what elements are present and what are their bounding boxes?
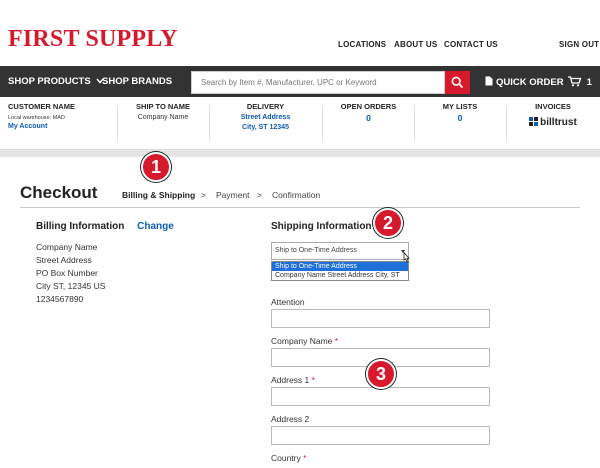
- billtrust-label: billtrust: [540, 117, 577, 128]
- cart-count: 1: [586, 77, 592, 88]
- my-lists-title: MY LISTS: [442, 102, 478, 111]
- cart-icon: [568, 76, 582, 87]
- shop-products-label: SHOP PRODUCTS: [8, 76, 91, 87]
- step-billing-shipping: Billing & Shipping: [122, 190, 196, 200]
- locations-link[interactable]: LOCATIONS: [338, 40, 386, 49]
- step-marker-3: 3: [366, 359, 396, 389]
- attention-label: Attention: [271, 297, 305, 307]
- step-confirmation: Confirmation: [272, 190, 321, 200]
- required-marker: *: [311, 375, 315, 385]
- billing-street: Street Address: [36, 255, 92, 265]
- delivery-title: DELIVERY: [246, 102, 285, 111]
- step-marker-1: 1: [141, 152, 171, 182]
- local-warehouse-text: Local warehouse: MAD: [8, 115, 65, 121]
- search-button[interactable]: [445, 71, 470, 94]
- change-billing-link[interactable]: Change: [137, 221, 174, 232]
- ship-to-panel: SHIP TO NAME Company Name: [118, 102, 208, 145]
- contact-us-link[interactable]: CONTACT US: [444, 40, 498, 49]
- my-lists-count[interactable]: 0: [415, 113, 505, 123]
- invoices-title: INVOICES: [535, 102, 571, 111]
- address-1-field[interactable]: [271, 387, 490, 406]
- country-label-text: Country: [271, 453, 301, 463]
- required-marker: *: [303, 453, 307, 463]
- step-separator: >: [257, 190, 262, 200]
- top-header: FIRST SUPPLY LOCATIONS ABOUT US CONTACT …: [0, 0, 600, 66]
- delivery-city-link[interactable]: City, ST 12345: [210, 124, 321, 131]
- billing-company: Company Name: [36, 242, 98, 252]
- about-us-link[interactable]: ABOUT US: [394, 40, 437, 49]
- billing-title: Billing Information: [36, 221, 125, 232]
- ship-to-title: SHIP TO NAME: [136, 102, 190, 111]
- company-name-label: Company Name *: [271, 336, 338, 346]
- cart-button[interactable]: 1: [568, 76, 592, 88]
- address-1-label-text: Address 1: [271, 375, 310, 385]
- section-divider: [0, 150, 600, 157]
- shop-brands-menu[interactable]: SHOP BRANDS: [102, 76, 172, 87]
- quick-order-button[interactable]: QUICK ORDER: [485, 76, 564, 88]
- my-lists-panel: MY LISTS 0: [415, 102, 505, 145]
- page-title: Checkout: [20, 183, 98, 202]
- ship-to-option-company[interactable]: Company Name Street Address City, ST: [272, 271, 408, 280]
- ship-to-option-one-time[interactable]: Ship to One-Time Address: [272, 262, 408, 271]
- sign-out-link[interactable]: SIGN OUT: [559, 40, 599, 49]
- billtrust-link[interactable]: billtrust: [507, 117, 599, 128]
- address-2-label: Address 2: [271, 414, 310, 424]
- my-account-link[interactable]: My Account: [8, 123, 112, 130]
- open-orders-count[interactable]: 0: [323, 113, 414, 123]
- delivery-street-link[interactable]: Street Address: [210, 114, 321, 121]
- step-payment: Payment: [216, 190, 250, 200]
- address-2-field[interactable]: [271, 426, 490, 445]
- ship-to-dropdown-list: Ship to One-Time Address Company Name St…: [271, 261, 409, 281]
- checkout-divider: [20, 207, 580, 208]
- delivery-panel: DELIVERY Street Address City, ST 12345: [210, 102, 321, 145]
- mouse-cursor-icon: [403, 252, 410, 263]
- step-separator: >: [201, 190, 206, 200]
- open-orders-panel: OPEN ORDERS 0: [323, 102, 414, 145]
- open-orders-title: OPEN ORDERS: [340, 102, 397, 111]
- customer-name-title: CUSTOMER NAME: [8, 102, 75, 111]
- billing-city: City ST, 12345 US: [36, 281, 106, 291]
- search-input[interactable]: Search by Item #, Manufacturer, UPC or K…: [191, 71, 445, 94]
- address-1-label: Address 1 *: [271, 375, 315, 385]
- quick-order-label: QUICK ORDER: [496, 77, 564, 88]
- ship-to-value: Company Name: [137, 114, 189, 121]
- billing-phone: 1234567890: [36, 294, 84, 304]
- search-icon: [451, 76, 464, 89]
- invoices-panel: INVOICES billtrust: [507, 102, 599, 145]
- billtrust-logo-icon: [529, 117, 539, 126]
- account-bar: CUSTOMER NAME Local warehouse: MAD My Ac…: [0, 97, 600, 150]
- step-marker-2: 2: [373, 208, 403, 238]
- billing-information-heading: Billing Information Change: [36, 221, 174, 232]
- shipping-information-heading: Shipping Information: [271, 221, 372, 232]
- first-supply-logo[interactable]: FIRST SUPPLY: [8, 27, 178, 51]
- country-label: Country *: [271, 453, 306, 463]
- ship-to-select[interactable]: Ship to One-Time Address: [271, 242, 409, 260]
- customer-name-panel: CUSTOMER NAME Local warehouse: MAD My Ac…: [8, 102, 112, 145]
- attention-field[interactable]: [271, 309, 490, 328]
- company-name-label-text: Company Name: [271, 336, 333, 346]
- document-icon: [485, 76, 493, 86]
- billing-po-box: PO Box Number: [36, 268, 98, 278]
- shop-products-menu[interactable]: SHOP PRODUCTS: [8, 76, 104, 87]
- required-marker: *: [334, 336, 339, 346]
